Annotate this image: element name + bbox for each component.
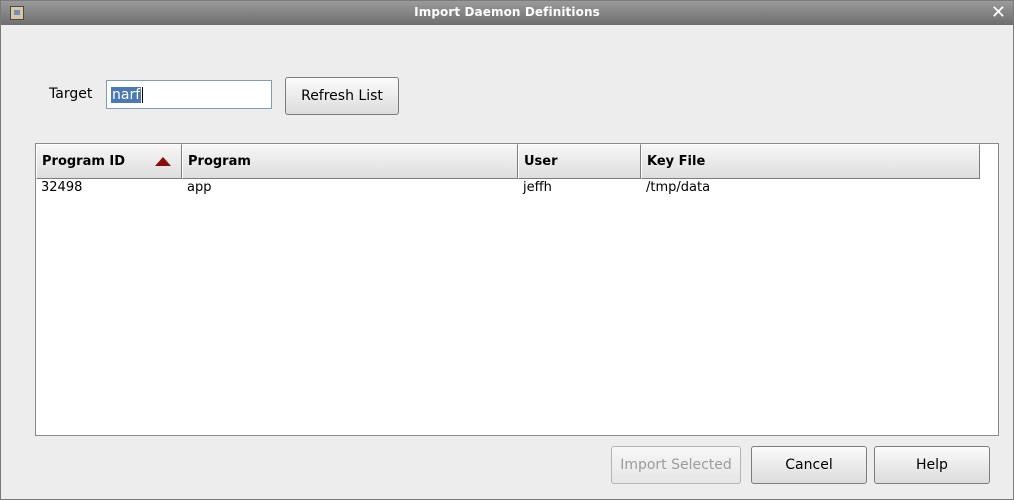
refresh-list-button[interactable]: Refresh List [285, 77, 399, 115]
column-header-program-id[interactable]: Program ID [36, 144, 182, 179]
dialog-window: Import Daemon Definitions ✕ Target narf … [0, 0, 1014, 500]
window-title: Import Daemon Definitions [414, 5, 600, 19]
cell-key-file: /tmp/data [646, 180, 711, 195]
column-header-label: Program [188, 154, 251, 169]
target-label: Target [49, 86, 93, 102]
target-input-value: narf [111, 86, 142, 103]
column-header-label: User [524, 154, 558, 169]
text-caret [142, 86, 144, 103]
column-header-key-file[interactable]: Key File [641, 144, 980, 179]
column-header-program[interactable]: Program [182, 144, 518, 179]
cell-user: jeffh [523, 180, 552, 195]
import-selected-button[interactable]: Import Selected [611, 446, 741, 484]
cancel-button[interactable]: Cancel [751, 446, 867, 484]
title-bar[interactable]: Import Daemon Definitions ✕ [1, 1, 1013, 25]
close-icon[interactable]: ✕ [991, 2, 1006, 23]
column-header-label: Key File [647, 154, 706, 169]
header-filler [980, 144, 998, 179]
column-header-label: Program ID [42, 154, 126, 169]
table-body: 32498 app jeffh /tmp/data [36, 179, 998, 199]
column-header-user[interactable]: User [518, 144, 641, 179]
help-button[interactable]: Help [874, 446, 990, 484]
table-header: Program ID Program User Key File [36, 144, 980, 179]
sort-ascending-icon [155, 157, 171, 166]
daemon-table[interactable]: Program ID Program User Key File 32498 a… [35, 143, 999, 436]
table-row[interactable]: 32498 app jeffh /tmp/data [36, 179, 998, 199]
target-input[interactable]: narf [106, 80, 272, 109]
cell-program-id: 32498 [41, 180, 83, 195]
cell-program: app [187, 180, 212, 195]
